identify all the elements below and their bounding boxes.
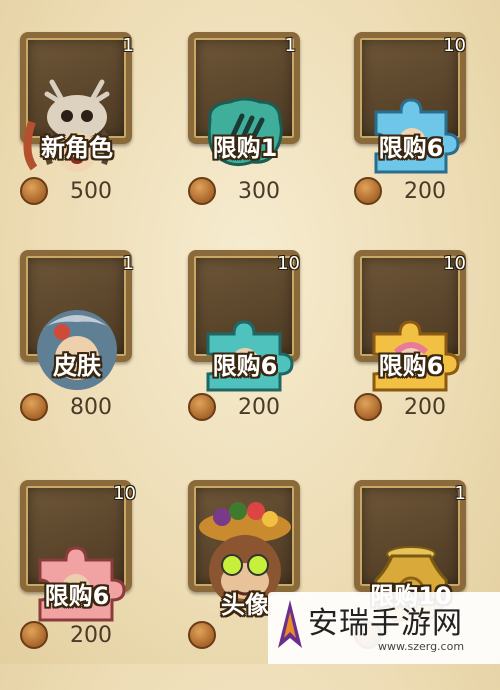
shop-item-limit-6-blue[interactable]: 10 限购6 200 (346, 32, 476, 242)
shop-item-new-character[interactable]: 1 新角色 500 (12, 32, 142, 242)
item-count: 10 (443, 253, 466, 274)
item-count: 1 (284, 35, 296, 56)
item-name: 限购6 (44, 582, 110, 610)
item-count: 10 (443, 35, 466, 56)
item-count: 1 (454, 483, 466, 504)
shop-item-limit-1[interactable]: 1 限购1 300 (180, 32, 310, 242)
item-count: 1 (122, 35, 134, 56)
item-count: 1 (122, 253, 134, 274)
shop-item-limit-6-gold[interactable]: 10 限购6 200 (346, 250, 476, 460)
shop-item-skin[interactable]: 1 皮肤 800 (12, 250, 142, 460)
item-name: 限购6 (378, 134, 444, 162)
watermark-logo-icon (278, 600, 302, 648)
site-watermark: 安瑞手游网 www.szerg.com (268, 592, 500, 664)
shop-item-limit-6-pink[interactable]: 10 限购6 200 (12, 480, 142, 690)
item-name: 新角色 (41, 134, 113, 162)
watermark-url: www.szerg.com (378, 640, 465, 653)
item-count: 10 (277, 253, 300, 274)
item-name: 限购1 (212, 134, 278, 162)
watermark-text: 安瑞手游网 (308, 606, 463, 641)
item-name: 限购6 (378, 352, 444, 380)
item-name: 限购6 (212, 352, 278, 380)
item-name: 皮肤 (53, 352, 101, 380)
item-count: 10 (113, 483, 136, 504)
shop-item-limit-6-teal[interactable]: 10 限购6 200 (180, 250, 310, 460)
